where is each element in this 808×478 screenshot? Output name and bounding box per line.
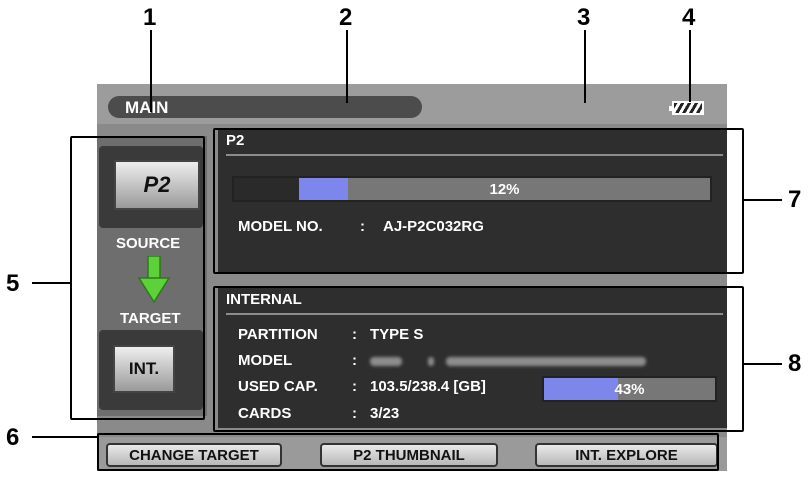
- callout-7-line: [744, 199, 782, 201]
- callout-3: 3: [577, 4, 591, 31]
- callout-6-line: [32, 436, 97, 438]
- callout-1-line: [150, 30, 152, 112]
- callout-4: 4: [682, 4, 696, 31]
- callout-5-frame: [70, 136, 205, 420]
- screen-title: MAIN: [125, 98, 169, 117]
- callout-2-line: [346, 30, 348, 103]
- callout-2: 2: [339, 4, 353, 31]
- callout-6-frame: [97, 433, 719, 471]
- callout-8-line: [744, 363, 782, 365]
- callout-8: 8: [788, 350, 802, 377]
- callout-7: 7: [788, 186, 802, 213]
- battery-icon: [669, 101, 704, 115]
- callout-8-frame: [213, 286, 744, 432]
- callout-5-line: [32, 282, 70, 284]
- callout-5: 5: [6, 270, 20, 297]
- callout-3-line: [584, 30, 586, 103]
- callout-4-line: [689, 30, 691, 102]
- callout-7-frame: [213, 128, 744, 274]
- callout-1: 1: [143, 4, 157, 31]
- callout-6: 6: [6, 424, 20, 451]
